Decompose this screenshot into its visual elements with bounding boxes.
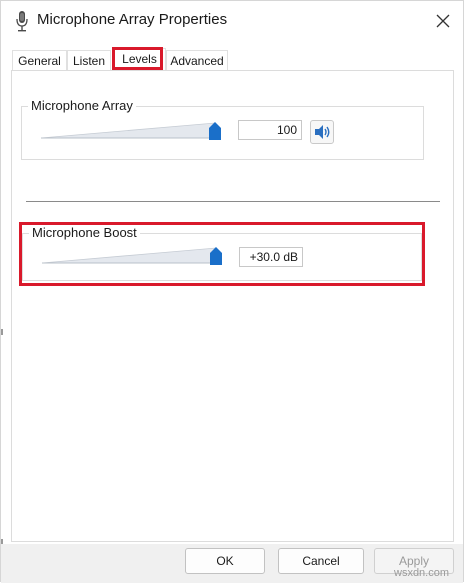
microphone-boost-value[interactable]: +30.0 dB — [239, 247, 303, 267]
watermark: wsxdn.com — [394, 567, 450, 579]
microphone-boost-group: Microphone Boost +30.0 dB — [22, 225, 422, 281]
tab-general[interactable]: General — [12, 50, 67, 70]
microphone-icon — [16, 11, 28, 32]
microphone-array-label: Microphone Array — [28, 98, 136, 113]
close-icon — [436, 14, 450, 28]
window-title: Microphone Array Properties — [37, 11, 228, 28]
microphone-boost-slider[interactable] — [40, 245, 234, 267]
tab-advanced[interactable]: Advanced — [166, 50, 228, 70]
tab-levels[interactable]: Levels — [113, 48, 166, 70]
speaker-icon — [315, 125, 330, 139]
properties-dialog: Microphone Array Properties General List… — [0, 0, 464, 583]
microphone-array-value[interactable]: 100 — [238, 120, 302, 140]
mute-button[interactable] — [310, 120, 334, 144]
tab-listen[interactable]: Listen — [67, 50, 111, 70]
ok-button[interactable]: OK — [185, 548, 265, 574]
edge-mark — [1, 329, 3, 335]
microphone-boost-label: Microphone Boost — [29, 225, 140, 240]
microphone-array-group: Microphone Array 100 — [21, 98, 424, 160]
section-divider — [26, 201, 440, 202]
microphone-array-slider[interactable] — [39, 120, 233, 142]
title-bar[interactable]: Microphone Array Properties — [1, 1, 463, 41]
cancel-button[interactable]: Cancel — [278, 548, 364, 574]
levels-panel: Microphone Array 100 Microphone Boost +3… — [11, 70, 454, 542]
close-button[interactable] — [431, 9, 455, 33]
